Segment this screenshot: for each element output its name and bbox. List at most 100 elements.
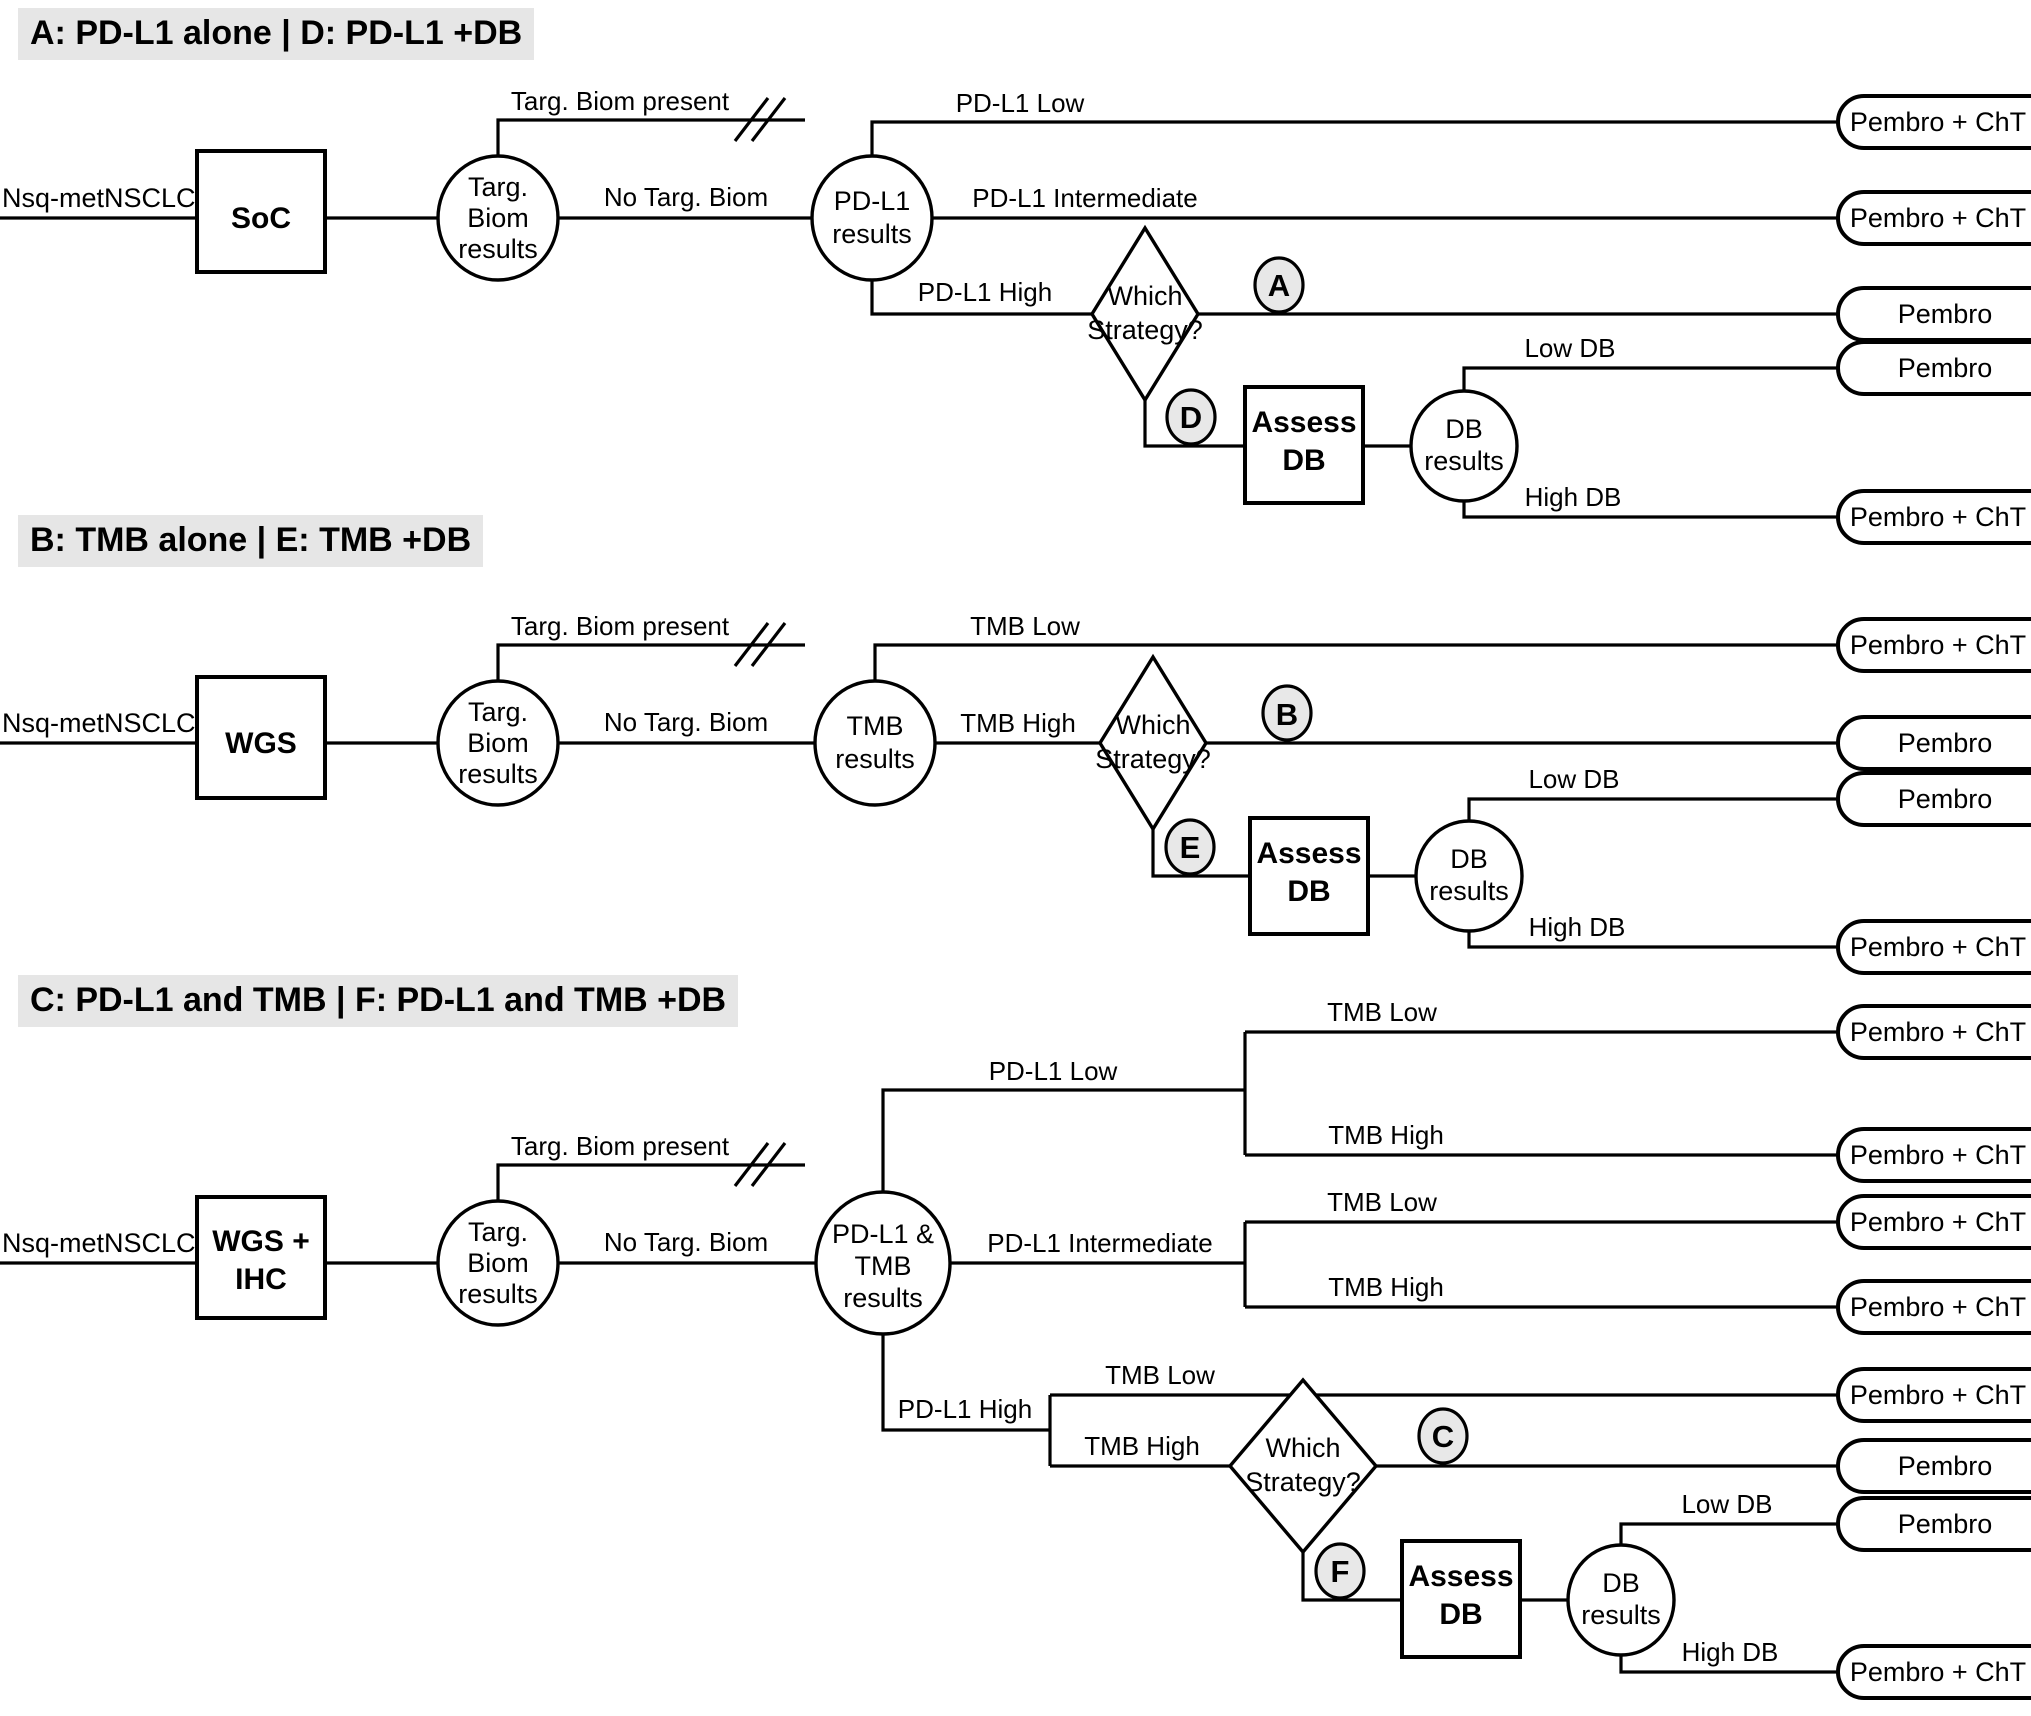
edge-label-pdl1-high-c: PD-L1 High [898,1394,1032,1424]
section-b-group: Nsq-metNSCLC WGS Targ. Biom results Targ… [0,611,2031,975]
decision-which-strategy-c[interactable] [1227,1377,1379,1555]
section-c-group: Nsq-metNSCLC WGS + IHC Targ. Biom result… [0,997,2031,1700]
decision-label-line2-c: Strategy? [1245,1467,1361,1497]
edge-label-pdl1-intermediate-a: PD-L1 Intermediate [972,183,1197,213]
node-pdl1tmb-line2-c: TMB [855,1251,912,1281]
decision-which-strategy-b[interactable] [1098,653,1208,833]
node-db-results-line2-a: results [1424,446,1504,476]
root-label-a: Nsq-metNSCLC [2,183,196,213]
node-targ-biom-line1-c: Targ. [468,1217,528,1247]
terminal-b-2-label: Pembro [1898,728,1993,758]
edge-label-low-db-a: Low DB [1524,333,1615,363]
edge-label-pdl1-low-a: PD-L1 Low [956,88,1085,118]
terminal-b-1-label: Pembro + ChT [1850,630,2026,660]
decision-label-line2-a: Strategy? [1087,315,1203,345]
edge-high-db-a [1462,501,1838,519]
edge-label-high-db-c: High DB [1682,1637,1779,1667]
node-pdl1tmb-line3-c: results [843,1283,923,1313]
node-pdl1-results-a[interactable] [810,154,934,282]
decision-label-line1-b: Which [1115,710,1190,740]
node-wgs-ihc-line2: IHC [235,1263,287,1296]
node-pdl1-line2-a: results [832,219,912,249]
decision-which-strategy-a[interactable] [1090,224,1200,404]
node-targ-biom-line3-b: results [458,759,538,789]
node-targ-biom-line2-c: Biom [467,1248,529,1278]
terminal-c-2-label: Pembro + ChT [1850,1140,2026,1170]
edge-pdl1-low-c [881,1088,1245,1192]
node-targ-biom-line3-a: results [458,234,538,264]
node-assess-db-line2-c: DB [1439,1598,1482,1631]
terminal-a-5-label: Pembro + ChT [1850,502,2026,532]
edge-label-tmb-low-b: TMB Low [970,611,1080,641]
node-targ-biom-line2-b: Biom [467,728,529,758]
edge-high-db-b [1467,931,1838,949]
edge-low-db-a [1462,366,1838,391]
marker-e-label: E [1180,830,1201,865]
node-soc-label: SoC [231,202,291,235]
edge-targ-present-c [496,1163,805,1201]
section-a-group: Nsq-metNSCLC SoC Targ. Biom results Targ… [0,86,2031,545]
edge-label-targ-present-a: Targ. Biom present [511,86,730,116]
diagram-canvas: Nsq-metNSCLC SoC Targ. Biom results Targ… [0,86,2031,1700]
marker-b-label: B [1276,697,1298,732]
marker-d-label: D [1180,400,1202,435]
node-targ-biom-line1-a: Targ. [468,172,528,202]
terminal-c-8-label: Pembro + ChT [1850,1657,2026,1687]
edge-label-tmb-high-b: TMB High [960,708,1076,738]
edge-label-no-targ-c: No Targ. Biom [604,1227,768,1257]
node-pdl1tmb-line1-c: PD-L1 & [832,1219,934,1249]
edge-label-low-db-b: Low DB [1528,764,1619,794]
terminal-c-4-label: Pembro + ChT [1850,1292,2026,1322]
edge-targ-present-a [496,118,805,156]
root-label-b: Nsq-metNSCLC [2,708,196,738]
node-db-results-line2-b: results [1429,876,1509,906]
terminal-c-1-label: Pembro + ChT [1850,1017,2026,1047]
node-assess-db-line1-b: Assess [1256,837,1361,870]
node-db-results-line2-c: results [1581,1600,1661,1630]
root-label-c: Nsq-metNSCLC [2,1228,196,1258]
edge-label-pdl1-high-a: PD-L1 High [918,277,1052,307]
edge-label-no-targ-b: No Targ. Biom [604,707,768,737]
node-pdl1-line1-a: PD-L1 [834,186,911,216]
terminal-c-5-label: Pembro + ChT [1850,1380,2026,1410]
edge-low-db-b [1467,797,1838,821]
edge-label-tmb-high-c3: TMB High [1084,1431,1200,1461]
node-targ-biom-line1-b: Targ. [468,697,528,727]
terminal-a-3-label: Pembro [1898,299,1993,329]
decision-tree-figure: A: PD-L1 alone | D: PD-L1 +DB B: TMB alo… [0,0,2031,1716]
edge-label-tmb-low-c1: TMB Low [1327,997,1437,1027]
edge-targ-present-b [496,643,805,681]
marker-a-label: A [1268,268,1290,303]
marker-c-label: C [1432,1419,1454,1454]
node-assess-db-line2-b: DB [1287,875,1330,908]
terminal-c-3-label: Pembro + ChT [1850,1207,2026,1237]
edge-label-high-db-b: High DB [1529,912,1626,942]
node-targ-biom-line3-c: results [458,1279,538,1309]
terminal-c-7-label: Pembro [1898,1509,1993,1539]
edge-label-targ-present-b: Targ. Biom present [511,611,730,641]
node-targ-biom-line2-a: Biom [467,203,529,233]
node-tmb-line2-b: results [835,744,915,774]
edge-tmb-low-b [873,643,1838,681]
node-db-results-line1-c: DB [1602,1568,1640,1598]
edge-label-pdl1-intermediate-c: PD-L1 Intermediate [987,1228,1212,1258]
node-wgs-label: WGS [225,727,297,760]
node-assess-db-line1-c: Assess [1408,1560,1513,1593]
terminal-a-2-label: Pembro + ChT [1850,203,2026,233]
edge-label-no-targ-a: No Targ. Biom [604,182,768,212]
node-wgs-ihc-line1: WGS + [212,1225,310,1258]
terminal-b-4-label: Pembro + ChT [1850,932,2026,962]
node-db-results-line1-a: DB [1445,414,1483,444]
terminal-b-3-label: Pembro [1898,784,1993,814]
edge-label-low-db-c: Low DB [1681,1489,1772,1519]
marker-f-label: F [1331,1554,1350,1589]
terminal-a-1-label: Pembro + ChT [1850,107,2026,137]
edge-label-targ-present-c: Targ. Biom present [511,1131,730,1161]
decision-label-line2-b: Strategy? [1095,744,1211,774]
node-tmb-results-b[interactable] [813,679,937,807]
terminal-a-4-label: Pembro [1898,353,1993,383]
edge-label-tmb-high-c2: TMB High [1328,1272,1444,1302]
edge-label-tmb-low-c3: TMB Low [1105,1360,1215,1390]
node-assess-db-line2-a: DB [1282,444,1325,477]
edge-label-tmb-high-c1: TMB High [1328,1120,1444,1150]
